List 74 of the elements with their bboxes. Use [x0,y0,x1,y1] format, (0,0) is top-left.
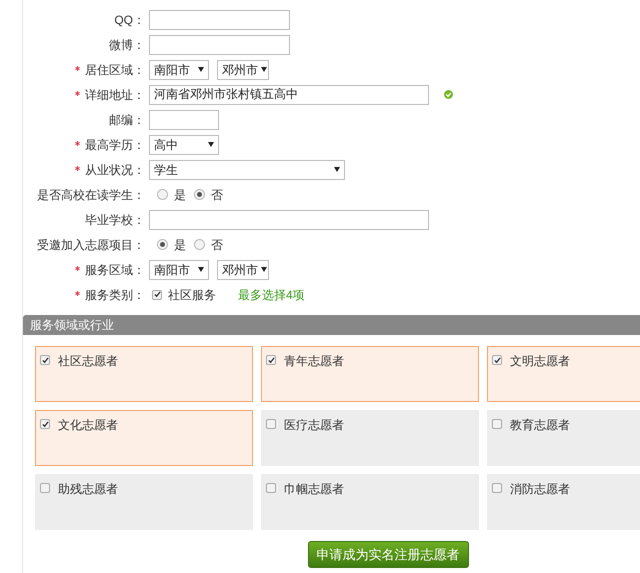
check-icon [494,356,500,364]
category-card[interactable]: 助残志愿者 [35,474,253,530]
check-icon [42,356,48,364]
checkbox[interactable] [152,290,162,300]
checkbox[interactable] [266,419,276,429]
section-header: 服务领域或行业 [23,315,640,335]
field-label: 居住区域： [85,62,145,78]
field-label: 毕业学校： [85,212,145,228]
select-field[interactable]: 南阳市 [149,260,209,280]
radio-button[interactable] [194,239,205,250]
category-label: 医疗志愿者 [284,419,344,431]
field-label: 服务区域： [85,262,145,278]
category-card[interactable]: 消防志愿者 [487,474,640,530]
hint-text: 最多选择4项 [238,286,305,304]
checkbox[interactable] [266,355,276,365]
radio-label: 否 [211,186,223,204]
field-label: 邮编： [109,112,145,128]
checkbox[interactable] [40,419,50,429]
select-field[interactable]: 高中 [149,134,219,154]
input-field[interactable] [149,110,219,130]
category-card[interactable]: 青年志愿者 [261,346,479,402]
checkbox[interactable] [492,355,502,365]
category-card[interactable]: 文明志愿者 [487,346,640,402]
field-label: 最高学历： [85,136,145,154]
check-icon [154,291,160,298]
dropdown-caret-icon [334,167,340,172]
dropdown-caret-icon [261,267,267,272]
category-card[interactable]: 文化志愿者 [35,410,253,466]
input-field[interactable]: 河南省邓州市张村镇五高中 [149,84,429,104]
dropdown-caret-icon [208,142,214,147]
category-label: 文明志愿者 [510,355,570,367]
checkbox[interactable] [40,355,50,365]
radio-button[interactable] [194,189,205,200]
select-field[interactable]: 邓州市 [217,260,269,280]
checkbox-label: 社区服务 [168,286,216,304]
check-icon [268,356,274,364]
category-label: 巾帼志愿者 [284,483,344,495]
input-field[interactable] [149,34,290,54]
category-card[interactable]: 巾帼志愿者 [261,474,479,530]
category-label: 青年志愿者 [284,355,344,367]
check-icon [42,420,48,428]
field-label: 微博： [109,36,145,54]
category-card[interactable]: 教育志愿者 [487,410,640,466]
radio-label: 是 [174,186,186,204]
radio-label: 是 [174,236,186,254]
field-label: 服务类别： [85,286,145,304]
field-label: 从业状况： [85,162,145,178]
category-label: 消防志愿者 [510,483,570,495]
dropdown-caret-icon [261,67,267,72]
select-field[interactable]: 南阳市 [149,60,209,80]
checkbox[interactable] [40,483,50,493]
field-label: 详细地址： [85,86,145,104]
select-field[interactable]: 邓州市 [217,60,269,80]
category-card[interactable]: 医疗志愿者 [261,410,479,466]
submit-button[interactable]: 申请成为实名注册志愿者 [308,541,468,568]
category-label: 文化志愿者 [58,419,118,431]
field-label: 是否高校在读学生： [37,186,145,204]
radio-button[interactable] [157,189,168,200]
checkbox[interactable] [266,483,276,493]
category-label: 助残志愿者 [58,483,118,495]
category-label: 社区志愿者 [58,355,118,367]
radio-button[interactable] [157,239,168,250]
radio-label: 否 [211,236,223,254]
dropdown-caret-icon [198,67,204,72]
input-field[interactable] [149,210,429,230]
checkbox[interactable] [492,419,502,429]
input-field[interactable] [149,10,290,30]
category-card[interactable]: 社区志愿者 [35,346,253,402]
checkbox[interactable] [492,483,502,493]
select-field[interactable]: 学生 [149,160,345,180]
field-label: 受邀加入志愿项目： [37,236,145,254]
category-label: 教育志愿者 [510,419,570,431]
field-label: QQ： [114,12,145,28]
dropdown-caret-icon [198,267,204,272]
